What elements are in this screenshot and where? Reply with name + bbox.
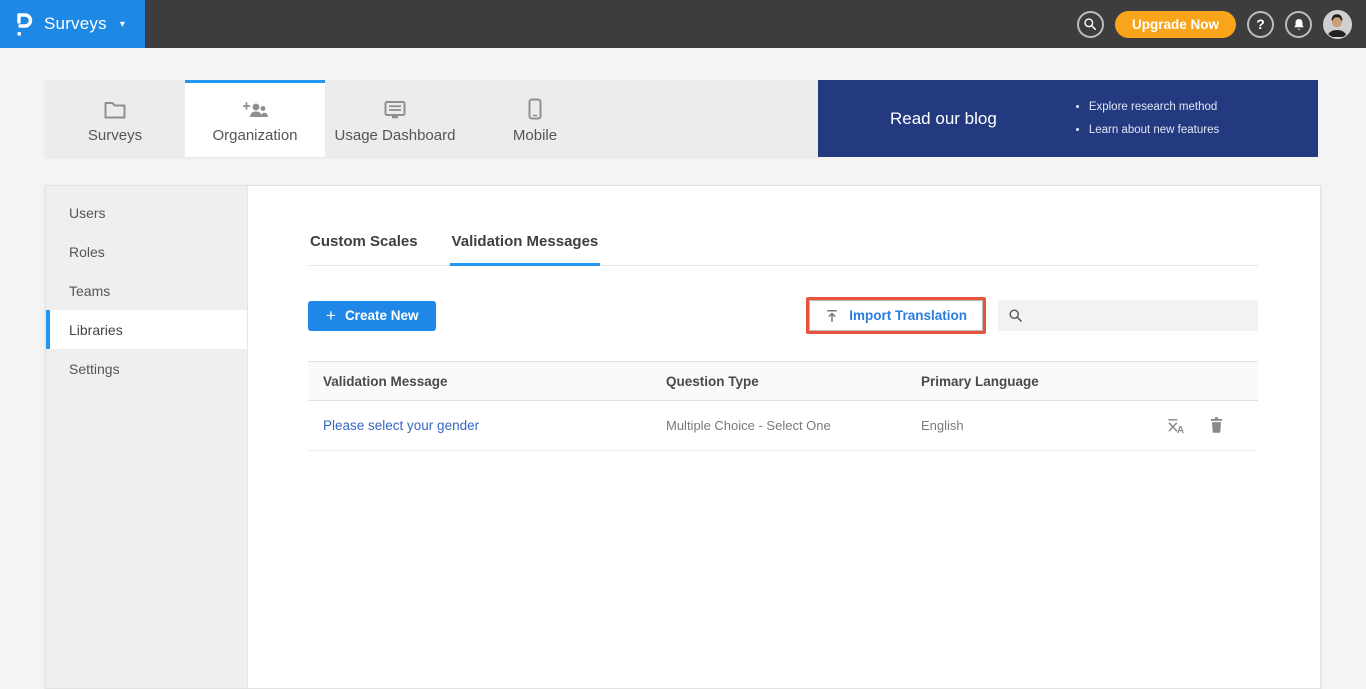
settings-sidebar: Users Roles Teams Libraries Settings bbox=[46, 186, 248, 688]
tab-mobile[interactable]: Mobile bbox=[465, 80, 605, 157]
dashboard-icon bbox=[383, 96, 407, 120]
plus-icon: + bbox=[326, 307, 336, 324]
tab-usage-dashboard[interactable]: Usage Dashboard bbox=[325, 80, 465, 157]
tab-label: Usage Dashboard bbox=[335, 127, 456, 144]
product-switcher[interactable]: Surveys ▾ bbox=[0, 0, 145, 48]
library-tabs: Custom Scales Validation Messages bbox=[308, 233, 1258, 266]
tab-label: Surveys bbox=[88, 127, 142, 144]
search-input[interactable] bbox=[1030, 300, 1258, 331]
banner-bullet: Explore research method bbox=[1089, 96, 1219, 118]
row-actions: A bbox=[1139, 416, 1225, 435]
user-avatar[interactable] bbox=[1323, 10, 1352, 39]
secondary-nav-row: Surveys Organization bbox=[45, 80, 1318, 157]
tab-label: Mobile bbox=[513, 127, 557, 144]
search-button[interactable] bbox=[1077, 11, 1104, 38]
primary-language-cell: English bbox=[921, 418, 1139, 433]
chevron-down-icon: ▾ bbox=[120, 19, 125, 30]
avatar-photo bbox=[1324, 11, 1350, 37]
brand-logo-icon bbox=[13, 11, 35, 38]
import-translation-label: Import Translation bbox=[849, 308, 967, 323]
tab-label: Organization bbox=[212, 127, 297, 144]
blog-promo-banner[interactable]: Read our blog Explore research method Le… bbox=[818, 80, 1318, 157]
translate-icon[interactable]: A bbox=[1166, 416, 1185, 435]
tab-surveys[interactable]: Surveys bbox=[45, 80, 185, 157]
create-new-button[interactable]: + Create New bbox=[308, 301, 436, 331]
import-translation-button[interactable]: Import Translation bbox=[809, 300, 983, 331]
add-users-icon bbox=[242, 96, 269, 120]
product-name: Surveys bbox=[44, 14, 107, 34]
table-search bbox=[998, 300, 1258, 331]
trash-icon[interactable] bbox=[1208, 416, 1225, 435]
sidebar-item-users[interactable]: Users bbox=[46, 193, 247, 232]
tab-organization[interactable]: Organization bbox=[185, 80, 325, 157]
header-question-type: Question Type bbox=[666, 374, 921, 389]
tab-validation-messages[interactable]: Validation Messages bbox=[450, 233, 601, 266]
validation-messages-table: Validation Message Question Type Primary… bbox=[308, 361, 1258, 451]
sidebar-item-roles[interactable]: Roles bbox=[46, 232, 247, 271]
validation-message-link[interactable]: Please select your gender bbox=[323, 418, 479, 433]
topbar-actions: Upgrade Now ? bbox=[1077, 0, 1352, 48]
upload-icon bbox=[825, 309, 839, 323]
create-new-label: Create New bbox=[345, 308, 419, 323]
bell-icon bbox=[1292, 17, 1306, 32]
libraries-content: Custom Scales Validation Messages + Crea… bbox=[248, 186, 1320, 688]
main-panel: Users Roles Teams Libraries Settings Cus… bbox=[45, 185, 1321, 689]
banner-bullet-list: Explore research method Learn about new … bbox=[1075, 96, 1219, 141]
sidebar-item-libraries[interactable]: Libraries bbox=[46, 310, 247, 349]
sidebar-item-teams[interactable]: Teams bbox=[46, 271, 247, 310]
toolbar: + Create New Import Translation bbox=[308, 297, 1258, 334]
svg-text:A: A bbox=[1177, 425, 1184, 435]
help-button[interactable]: ? bbox=[1247, 11, 1274, 38]
mobile-icon bbox=[528, 96, 542, 120]
folder-icon bbox=[103, 96, 127, 120]
question-type-cell: Multiple Choice - Select One bbox=[666, 418, 921, 433]
topbar: Surveys ▾ Upgrade Now ? bbox=[0, 0, 1366, 48]
notifications-button[interactable] bbox=[1285, 11, 1312, 38]
upgrade-now-button[interactable]: Upgrade Now bbox=[1115, 11, 1236, 38]
annotation-highlight-box: Import Translation bbox=[806, 297, 986, 334]
table-header-row: Validation Message Question Type Primary… bbox=[308, 361, 1258, 401]
table-row: Please select your gender Multiple Choic… bbox=[308, 401, 1258, 451]
search-icon bbox=[1083, 17, 1097, 31]
banner-bullet: Learn about new features bbox=[1089, 119, 1219, 141]
header-validation-message: Validation Message bbox=[323, 374, 666, 389]
question-mark-icon: ? bbox=[1256, 16, 1265, 32]
sidebar-item-settings[interactable]: Settings bbox=[46, 349, 247, 388]
header-primary-language: Primary Language bbox=[921, 374, 1139, 389]
tab-custom-scales[interactable]: Custom Scales bbox=[308, 233, 420, 266]
search-icon bbox=[1008, 308, 1023, 323]
module-tabs: Surveys Organization bbox=[45, 80, 818, 157]
banner-title: Read our blog bbox=[890, 109, 997, 129]
